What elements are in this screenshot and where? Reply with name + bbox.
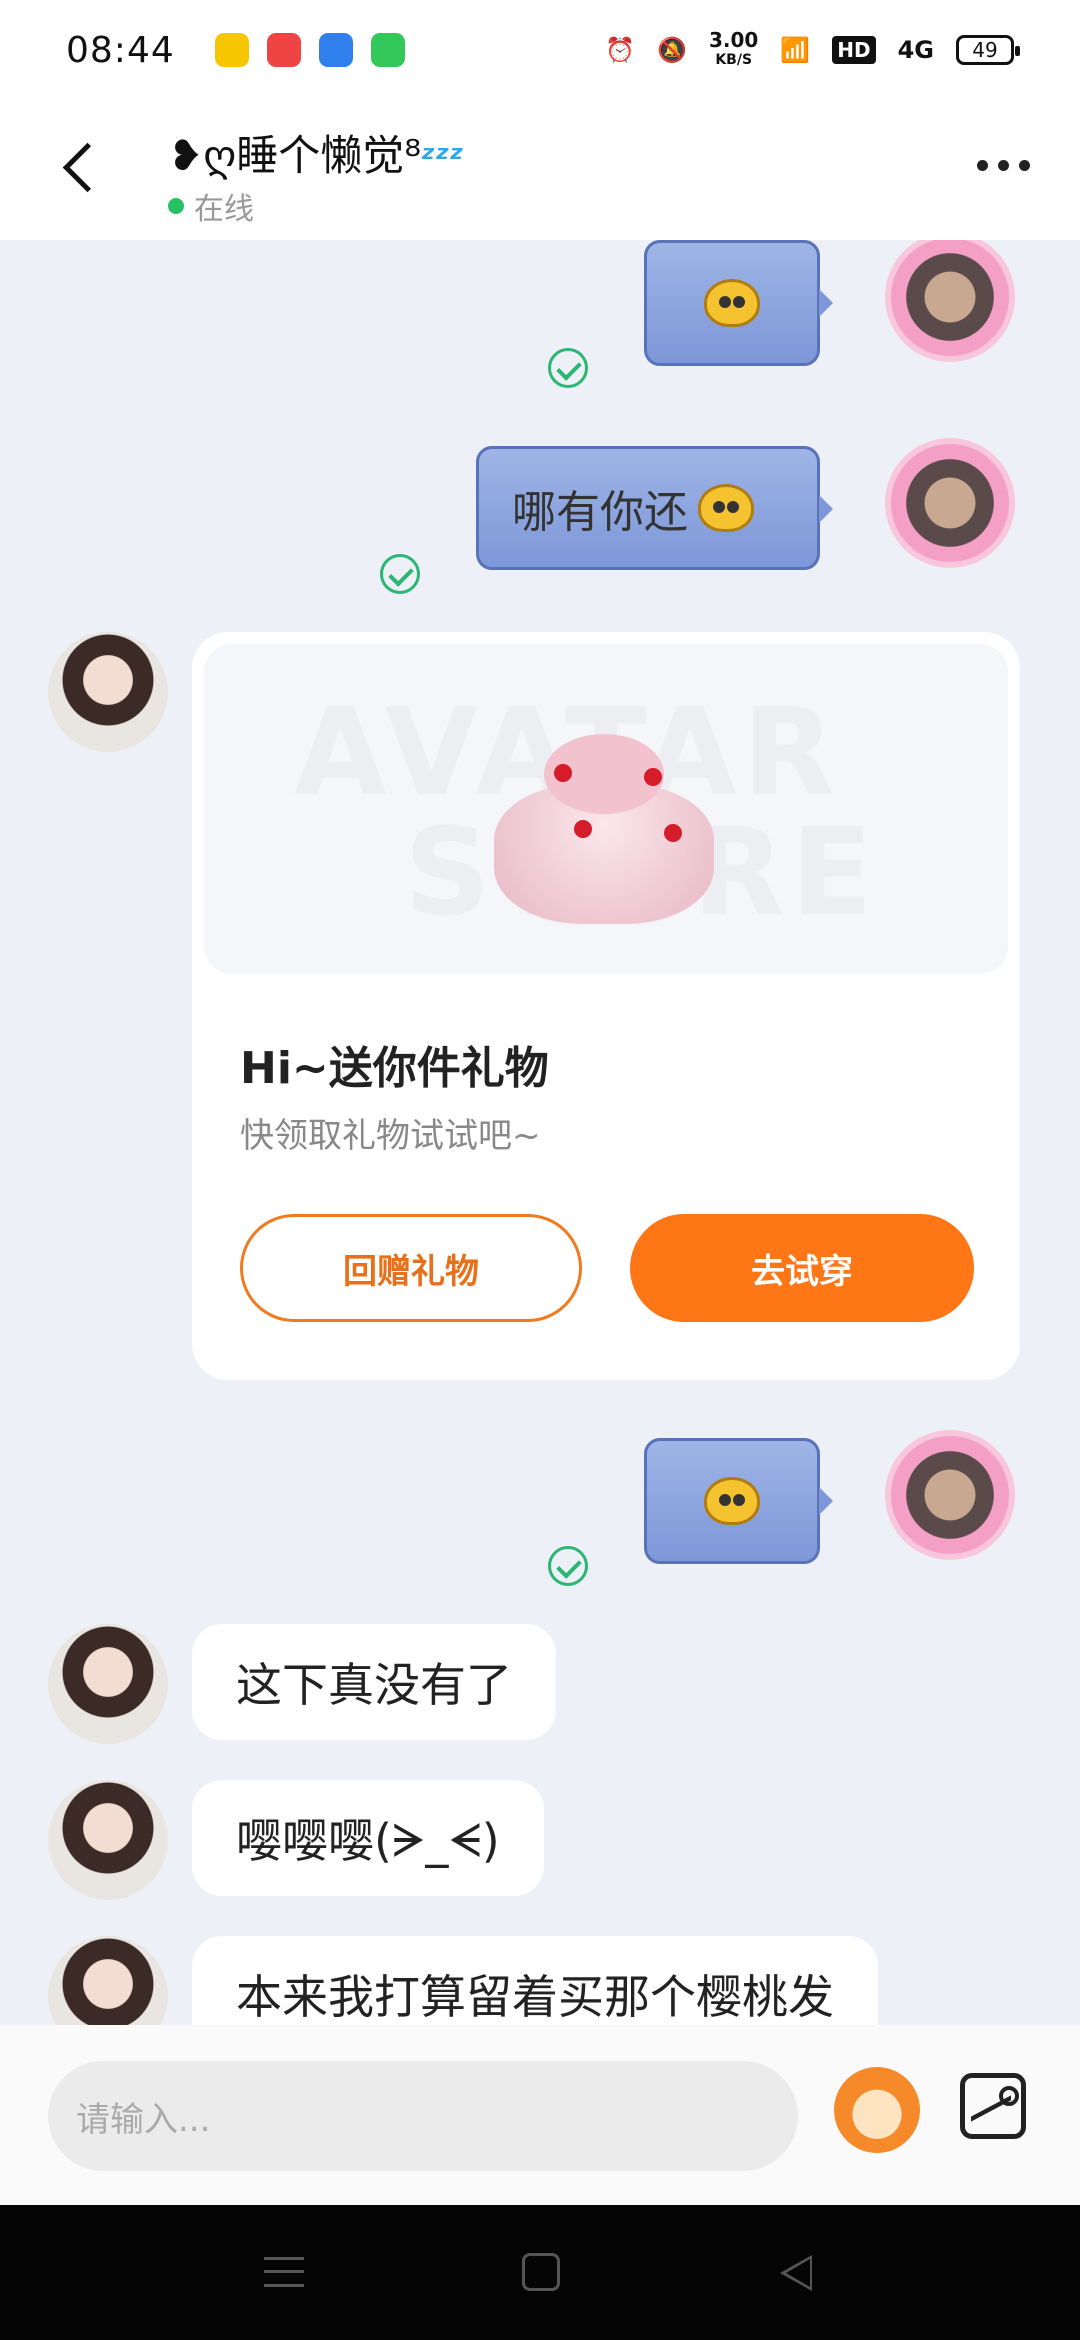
sleep-zzz-icon: ᶻᶻᶻ xyxy=(421,139,464,179)
system-nav-bar xyxy=(0,2205,1080,2340)
game-app-icon xyxy=(370,33,405,67)
back-icon[interactable] xyxy=(58,140,104,200)
status-bar: 08:44 ⏰ 🔕 3.00 KB/S 📶 HD 4G 49 xyxy=(0,0,1080,100)
more-icon[interactable] xyxy=(977,160,1030,171)
browser-app-icon xyxy=(318,33,353,67)
network-speed-value: 3.00 xyxy=(709,28,759,52)
recent-apps-icon[interactable] xyxy=(264,2257,304,2287)
contact-avatar[interactable] xyxy=(48,1936,168,2025)
yellow-face-sticker-icon xyxy=(698,484,754,532)
chat-header: ❥ღ睡个懒觉⁸ᶻᶻᶻ 在线 xyxy=(0,100,1080,240)
hd-badge: HD xyxy=(832,36,876,64)
status-time: 08:44 xyxy=(66,29,175,71)
gift-preview-image: AVATAR STORE xyxy=(204,644,1008,974)
yellow-face-sticker-icon xyxy=(704,279,760,327)
contact-avatar[interactable] xyxy=(48,632,168,752)
online-status: 在线 xyxy=(168,184,254,228)
contact-name-text: ❥ღ睡个懒觉⁸ xyxy=(168,131,422,180)
battery-icon: 49 xyxy=(956,35,1020,65)
signal-icon: 4G xyxy=(897,36,934,64)
app-notification-icon xyxy=(214,33,249,67)
network-speed: 3.00 KB/S xyxy=(709,30,758,70)
sent-message-text: 哪有你还 xyxy=(512,487,688,538)
contact-avatar[interactable] xyxy=(48,1624,168,1744)
message-input[interactable]: 请输入... xyxy=(48,2061,798,2171)
mute-icon: 🔕 xyxy=(657,36,687,64)
return-gift-button[interactable]: 回赠礼物 xyxy=(240,1214,582,1322)
wifi-icon: 📶 xyxy=(780,36,811,64)
try-on-button[interactable]: 去试穿 xyxy=(630,1214,974,1322)
sent-sticker-bubble[interactable] xyxy=(644,1438,833,1564)
input-bar: 请输入... xyxy=(0,2025,1080,2205)
message-list[interactable]: 哪有你还 AVATAR STORE Hi~送你件礼物 快领取礼物试试吧~ 回赠礼… xyxy=(0,240,1080,2025)
cake-icon xyxy=(494,724,714,924)
video-app-icon xyxy=(266,33,301,67)
image-picker-icon[interactable] xyxy=(960,2073,1026,2139)
home-icon[interactable] xyxy=(522,2253,560,2291)
status-indicators: ⏰ 🔕 3.00 KB/S 📶 HD 4G 49 xyxy=(605,30,1020,70)
received-message-bubble[interactable]: 这下真没有了 xyxy=(192,1624,556,1740)
my-avatar[interactable] xyxy=(885,240,1015,362)
gift-card[interactable]: AVATAR STORE Hi~送你件礼物 快领取礼物试试吧~ 回赠礼物 去试穿 xyxy=(192,632,1020,1380)
nav-back-icon[interactable] xyxy=(780,2255,812,2291)
received-message-bubble[interactable]: 嘤嘤嘤(ᗒ_ᗕ) xyxy=(192,1780,544,1896)
contact-name: ❥ღ睡个懒觉⁸ᶻᶻᶻ xyxy=(168,122,464,183)
gift-card-title: Hi~送你件礼物 xyxy=(240,1043,549,1094)
contact-avatar[interactable] xyxy=(48,1780,168,1900)
online-status-text: 在线 xyxy=(194,192,254,227)
notification-apps xyxy=(214,33,405,67)
my-avatar[interactable] xyxy=(885,438,1015,568)
received-message-bubble[interactable]: 本来我打算留着买那个樱桃发 xyxy=(192,1936,878,2025)
read-check-icon xyxy=(548,1546,588,1586)
read-check-icon xyxy=(380,554,420,594)
sent-sticker-bubble[interactable] xyxy=(644,240,833,366)
sent-message-bubble[interactable]: 哪有你还 xyxy=(476,446,833,570)
my-avatar[interactable] xyxy=(885,1430,1015,1560)
sticker-mascot-icon[interactable] xyxy=(834,2067,920,2153)
gift-card-subtitle: 快领取礼物试试吧~ xyxy=(240,1116,541,1156)
yellow-face-sticker-icon xyxy=(704,1477,760,1525)
network-speed-unit: KB/S xyxy=(715,52,753,68)
online-dot-icon xyxy=(168,198,184,214)
alarm-icon: ⏰ xyxy=(605,36,636,64)
read-check-icon xyxy=(548,348,588,388)
